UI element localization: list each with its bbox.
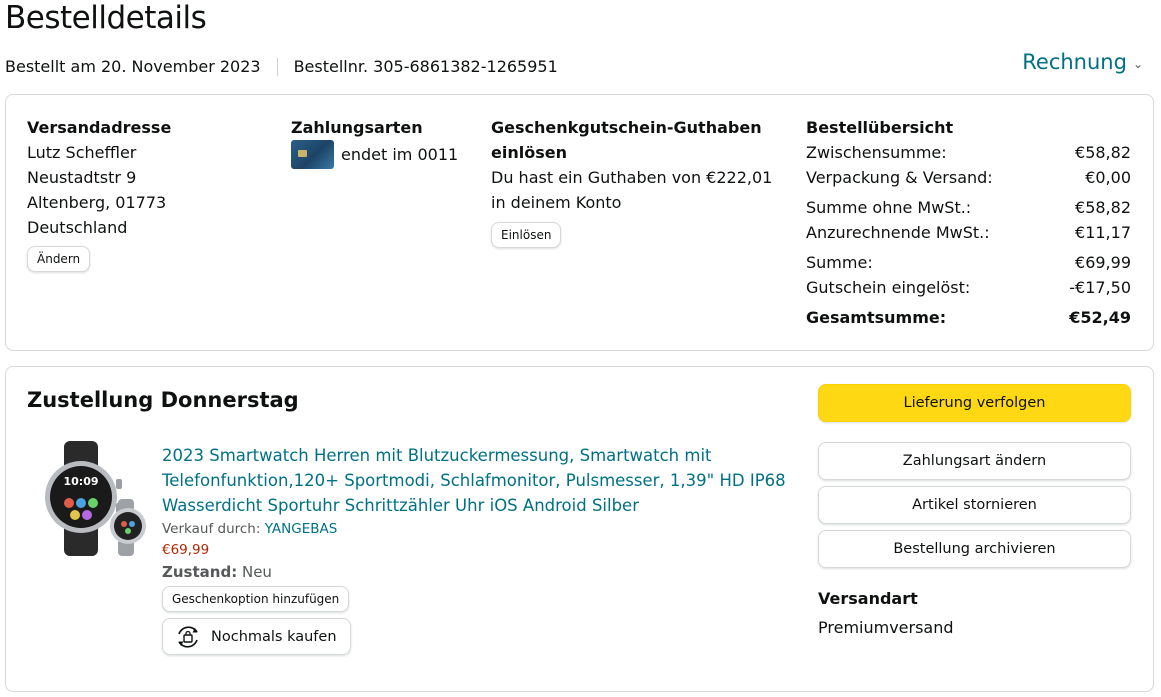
payment-methods: Zahlungsarten endet im 0011 (291, 115, 471, 169)
order-overview: Bestellübersicht Zwischensumme: €58,82 V… (806, 115, 1131, 330)
condition-label: Zustand: (162, 563, 238, 581)
shipping-value: €0,00 (1085, 168, 1131, 187)
page-title: Bestelldetails (5, 0, 207, 36)
card-row: endet im 0011 (291, 140, 471, 169)
cancel-item-button[interactable]: Artikel stornieren (818, 486, 1131, 524)
meta-divider (276, 57, 278, 76)
vat-label: Anzurechnende MwSt.: (806, 223, 990, 242)
chevron-down-icon: ⌄ (1132, 57, 1143, 71)
order-date: Bestellt am 20. November 2023 (5, 57, 261, 76)
buy-again-icon (178, 625, 198, 648)
add-gift-option-button[interactable]: Geschenkoption hinzufügen (162, 586, 350, 612)
sum-value: €69,99 (1075, 253, 1131, 272)
invoice-link[interactable]: Rechnung ⌄ (1022, 50, 1143, 74)
overview-heading: Bestellübersicht (806, 118, 954, 137)
track-delivery-button[interactable]: Lieferung verfolgen (818, 384, 1131, 422)
subtotal-row: Zwischensumme: €58,82 (806, 140, 1131, 165)
total-value: €52,49 (1069, 308, 1131, 327)
shipping-method-value: Premiumversand (818, 618, 954, 637)
net-row: Summe ohne MwSt.: €58,82 (806, 195, 1131, 220)
change-payment-button[interactable]: Zahlungsart ändern (818, 442, 1131, 480)
gift-heading: Geschenkgutschein-Guthaben einlösen (491, 118, 762, 162)
order-summary-box: Versandadresse Lutz Scheffler Neustadtst… (5, 94, 1154, 351)
gift-balance-text: Du hast ein Guthaben von €222,01 in dein… (491, 168, 773, 212)
shipping-address: Versandadresse Lutz Scheffler Neustadtst… (27, 115, 267, 272)
seller-line: Verkauf durch: YANGEBAS (162, 521, 802, 537)
archive-order-button[interactable]: Bestellung archivieren (818, 530, 1131, 568)
seller-link[interactable]: YANGEBAS (265, 521, 338, 537)
card-ending: endet im 0011 (341, 145, 459, 164)
sum-label: Summe: (806, 253, 873, 272)
invoice-label: Rechnung (1022, 50, 1127, 74)
buy-again-wrapper: Nochmals kaufen (162, 612, 802, 656)
address-city: Altenberg, 01773 (27, 193, 167, 212)
smartwatch-product-image[interactable]: 10:09 (36, 441, 151, 556)
product-title-link[interactable]: 2023 Smartwatch Herren mit Blutzuckermes… (162, 443, 802, 518)
voucher-value: -€17,50 (1069, 278, 1131, 297)
total-row: Gesamtsumme: €52,49 (806, 305, 1131, 330)
credit-card-icon (291, 140, 334, 169)
order-actions: Lieferung verfolgen Zahlungsart ändern A… (818, 384, 1131, 642)
shipping-method-heading: Versandart (818, 589, 918, 608)
net-label: Summe ohne MwSt.: (806, 198, 972, 217)
shipping-label: Verpackung & Versand: (806, 168, 993, 187)
order-meta: Bestellt am 20. November 2023 Bestellnr.… (5, 57, 558, 76)
address-country: Deutschland (27, 218, 128, 237)
delivery-title: Zustellung Donnerstag (27, 388, 299, 412)
vat-value: €11,17 (1075, 223, 1131, 242)
gift-card-section: Geschenkgutschein-Guthaben einlösen Du h… (491, 115, 791, 248)
order-number: Bestellnr. 305-6861382-1265951 (293, 57, 558, 76)
net-value: €58,82 (1075, 198, 1131, 217)
buy-again-button[interactable]: Nochmals kaufen (162, 618, 351, 655)
total-label: Gesamtsumme: (806, 308, 947, 327)
sum-row: Summe: €69,99 (806, 250, 1131, 275)
address-street: Neustadtstr 9 (27, 168, 137, 187)
condition-line: Zustand: Neu (162, 563, 802, 581)
shipping-method: Versandart Premiumversand (818, 584, 1131, 642)
change-address-button[interactable]: Ändern (27, 246, 91, 272)
vat-row: Anzurechnende MwSt.: €11,17 (806, 220, 1131, 245)
address-heading: Versandadresse (27, 118, 172, 137)
product-info: 2023 Smartwatch Herren mit Blutzuckermes… (162, 443, 802, 656)
payment-heading: Zahlungsarten (291, 118, 423, 137)
voucher-label: Gutschein eingelöst: (806, 278, 971, 297)
address-name: Lutz Scheffler (27, 143, 137, 162)
watch-time: 10:09 (63, 475, 98, 488)
subtotal-value: €58,82 (1075, 143, 1131, 162)
voucher-row: Gutschein eingelöst: -€17,50 (806, 275, 1131, 300)
shipment-box: Zustellung Donnerstag 10:09 2023 Smartwa… (5, 366, 1154, 692)
redeem-button[interactable]: Einlösen (491, 222, 562, 248)
product-price: €69,99 (162, 542, 210, 558)
seller-label: Verkauf durch: (162, 521, 261, 537)
buy-again-label: Nochmals kaufen (211, 628, 337, 645)
shipping-row: Verpackung & Versand: €0,00 (806, 165, 1131, 190)
subtotal-label: Zwischensumme: (806, 143, 947, 162)
condition-value: Neu (241, 563, 272, 581)
